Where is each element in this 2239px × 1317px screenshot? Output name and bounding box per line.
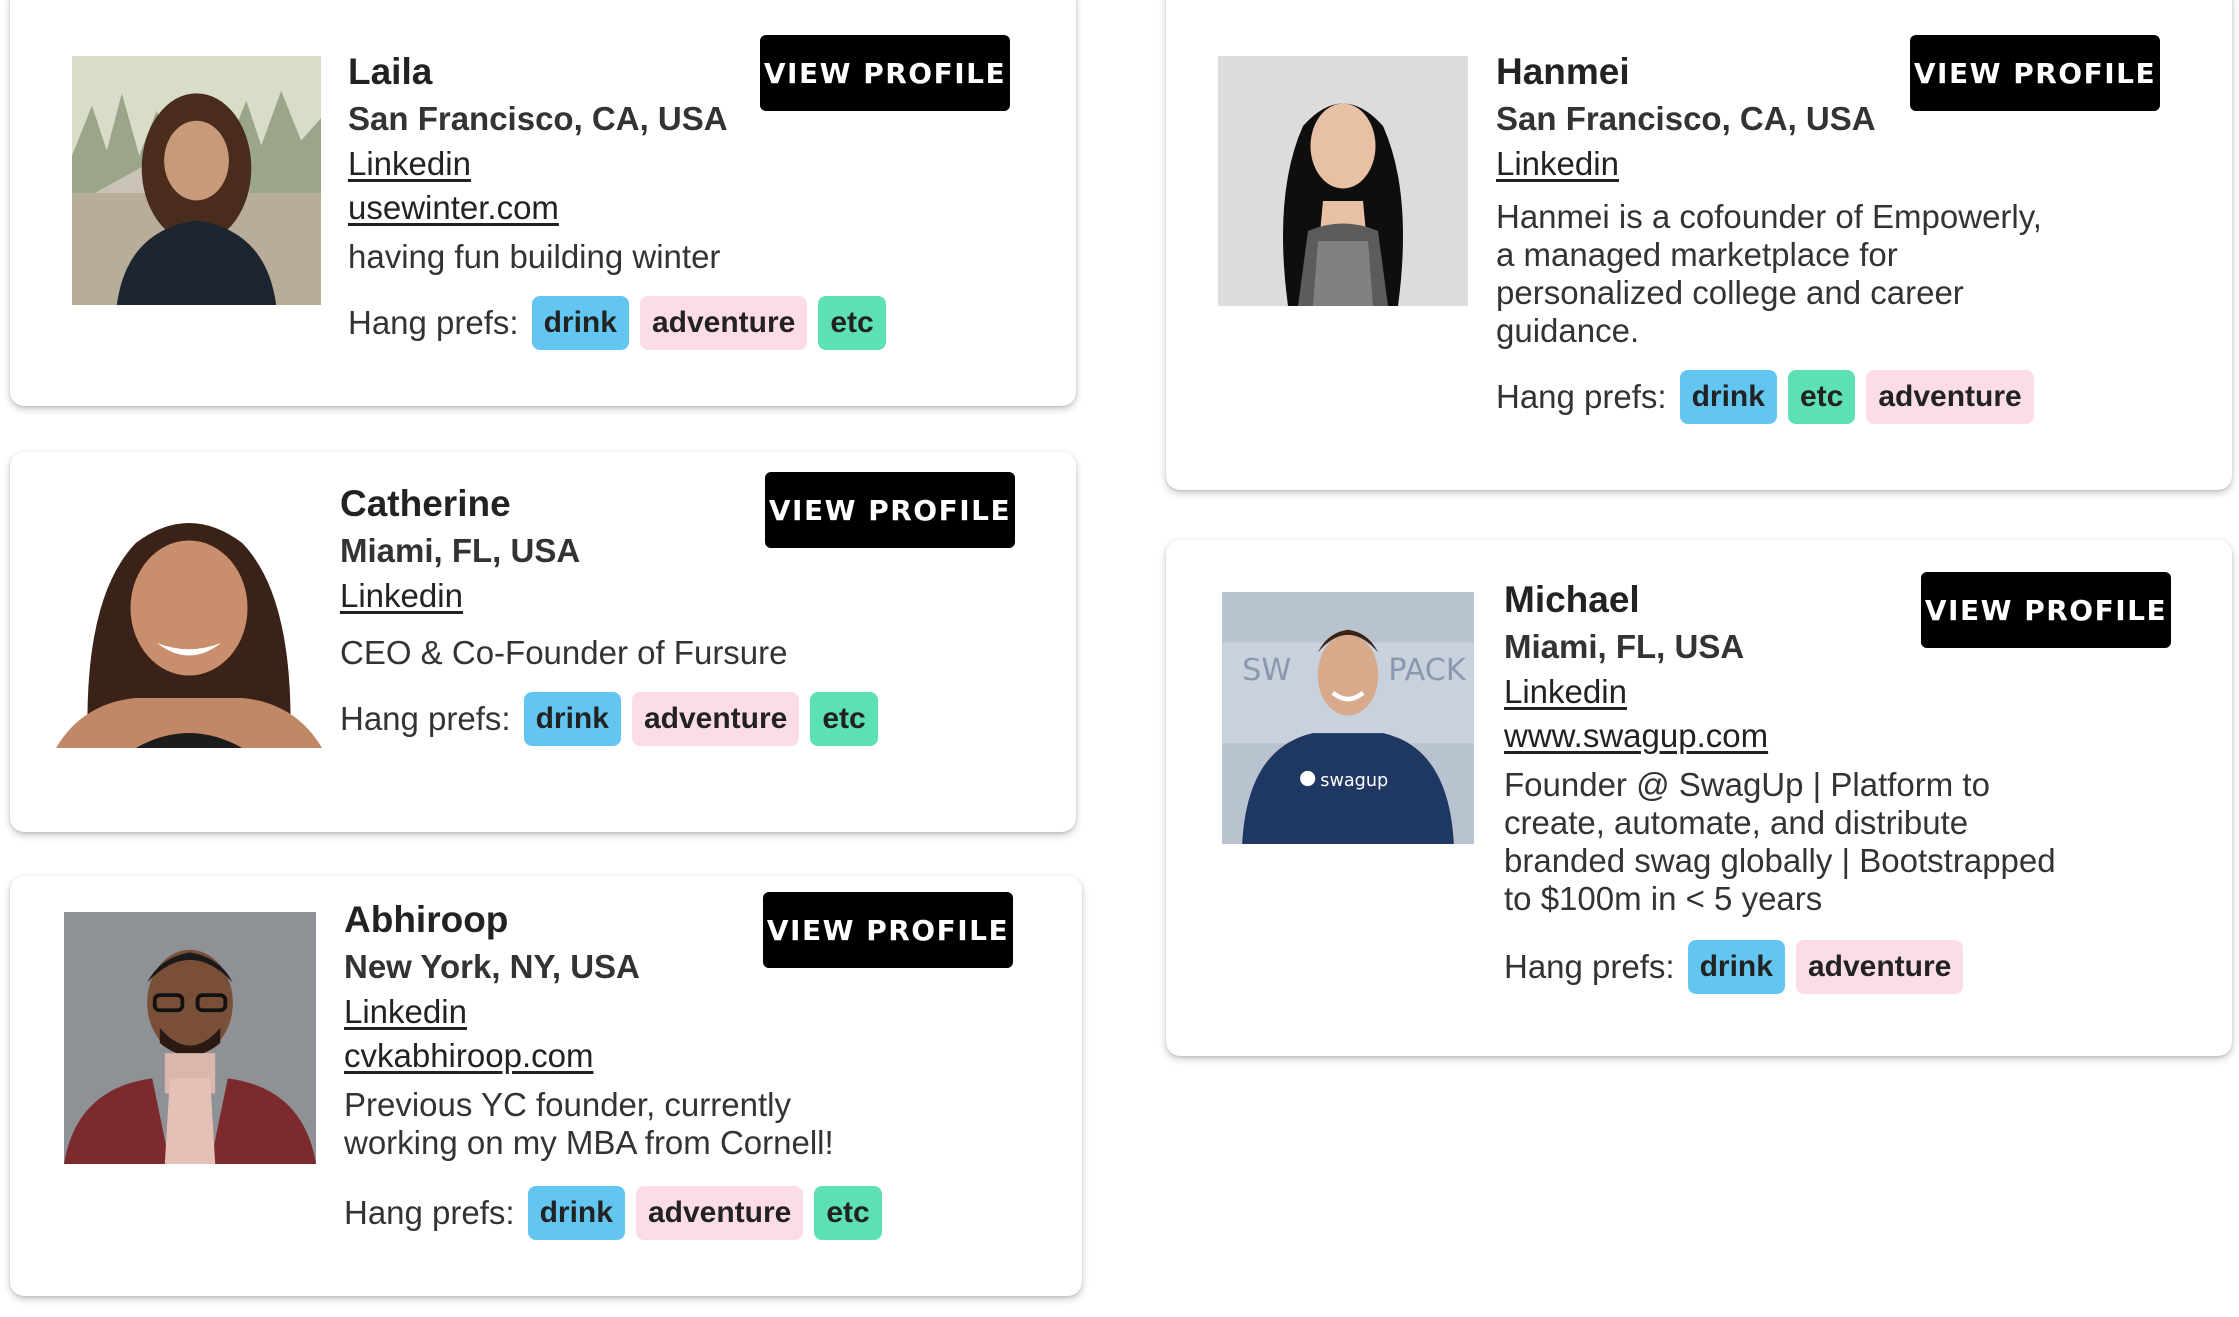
profile-photo (64, 912, 316, 1164)
pref-tag-etc: etc (818, 296, 886, 350)
website-link[interactable]: cvkabhiroop.com (344, 1034, 1044, 1078)
linkedin-link[interactable]: Linkedin (1504, 670, 2144, 714)
website-link[interactable]: usewinter.com (348, 186, 1048, 230)
pref-tag-adventure: adventure (631, 692, 800, 746)
hang-prefs: Hang prefs: drink etc adventure (1496, 370, 2136, 424)
view-profile-button[interactable]: VIEW PROFILE (760, 35, 1010, 111)
profile-photo (72, 56, 321, 305)
hang-prefs: Hang prefs: drink adventure etc (344, 1186, 1044, 1240)
view-profile-button[interactable]: VIEW PROFILE (1910, 35, 2160, 111)
profile-card: Hanmei San Francisco, CA, USA Linkedin H… (1166, 0, 2232, 490)
profile-card: Laila San Francisco, CA, USA Linkedin us… (10, 0, 1076, 406)
profile-bio: CEO & Co-Founder of Fursure (340, 634, 788, 671)
pref-tag-drink: drink (531, 296, 629, 350)
pref-tag-drink: drink (1679, 370, 1777, 424)
profile-bio: having fun building winter (348, 238, 721, 275)
svg-text:swagup: swagup (1320, 771, 1388, 791)
hang-prefs-label: Hang prefs: (348, 304, 519, 341)
pref-tag-adventure: adventure (639, 296, 808, 350)
profile-bio: Founder @ SwagUp | Platform to create, a… (1504, 766, 2056, 917)
pref-tag-adventure: adventure (1795, 940, 1964, 994)
view-profile-button[interactable]: VIEW PROFILE (765, 472, 1015, 548)
linkedin-link[interactable]: Linkedin (1496, 142, 2136, 186)
linkedin-link[interactable]: Linkedin (348, 142, 1048, 186)
svg-text:SW: SW (1242, 653, 1291, 688)
pref-tag-etc: etc (814, 1186, 882, 1240)
pref-tag-etc: etc (1787, 370, 1856, 424)
linkedin-link[interactable]: Linkedin (344, 990, 1044, 1034)
hang-prefs-label: Hang prefs: (1496, 378, 1667, 415)
pref-tag-adventure: adventure (1866, 370, 2034, 424)
profile-card: Abhiroop New York, NY, USA Linkedin cvka… (10, 876, 1082, 1296)
view-profile-button[interactable]: VIEW PROFILE (763, 892, 1013, 968)
pref-tag-drink: drink (527, 1186, 625, 1240)
view-profile-button[interactable]: VIEW PROFILE (1921, 572, 2171, 648)
pref-tag-adventure: adventure (635, 1186, 804, 1240)
profile-card: Catherine Miami, FL, USA Linkedin CEO & … (10, 452, 1076, 832)
hang-prefs: Hang prefs: drink adventure (1504, 940, 2144, 994)
hang-prefs-label: Hang prefs: (340, 700, 511, 737)
svg-text:PACK: PACK (1388, 653, 1467, 688)
profile-bio: Previous YC founder, currently working o… (344, 1086, 834, 1161)
profile-bio: Hanmei is a cofounder of Empowerly, a ma… (1496, 198, 2042, 349)
profile-photo (1218, 56, 1468, 306)
profile-photo: SW PACK swagup (1222, 592, 1474, 844)
hang-prefs-label: Hang prefs: (1504, 948, 1675, 985)
pref-tag-drink: drink (523, 692, 621, 746)
hang-prefs: Hang prefs: drink adventure etc (340, 692, 1040, 746)
website-link[interactable]: www.swagup.com (1504, 714, 2144, 758)
profile-card: SW PACK swagup Michael Miami, FL, USA Li… (1166, 540, 2232, 1056)
pref-tag-etc: etc (810, 692, 878, 746)
linkedin-link[interactable]: Linkedin (340, 574, 1040, 618)
hang-prefs-label: Hang prefs: (344, 1194, 515, 1231)
profile-photo (56, 498, 322, 748)
hang-prefs: Hang prefs: drink adventure etc (348, 296, 1048, 350)
pref-tag-drink: drink (1687, 940, 1785, 994)
